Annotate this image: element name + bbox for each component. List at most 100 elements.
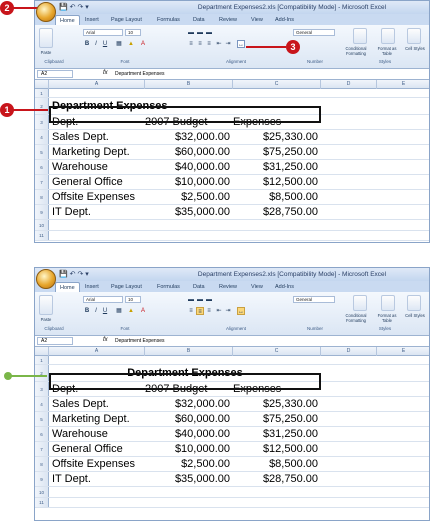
column-header-a[interactable]: A: [49, 347, 145, 356]
bold-button[interactable]: B: [83, 307, 91, 315]
value-cell[interactable]: $2,500.00: [145, 457, 233, 471]
column-header-c[interactable]: C: [233, 80, 321, 89]
label-cell[interactable]: Marketing Dept.: [49, 145, 145, 159]
tab-add-ins[interactable]: Add-Ins: [271, 15, 298, 25]
name-box[interactable]: A2: [37, 337, 73, 345]
align-center-icon[interactable]: ≡: [196, 40, 204, 48]
row-header[interactable]: 10: [35, 487, 49, 497]
row-header[interactable]: 4: [35, 130, 49, 144]
value-cell[interactable]: $40,000.00: [145, 427, 233, 441]
label-cell[interactable]: General Office: [49, 442, 145, 456]
row-header[interactable]: 5: [35, 412, 49, 426]
underline-button[interactable]: U: [101, 40, 109, 48]
value-cell[interactable]: [145, 231, 233, 240]
office-button[interactable]: [36, 269, 56, 289]
value-cell[interactable]: $25,330.00: [233, 397, 321, 411]
tab-data[interactable]: Data: [189, 282, 209, 292]
value-cell[interactable]: $32,000.00: [145, 397, 233, 411]
value-cell[interactable]: [233, 220, 321, 230]
row-header[interactable]: 10: [35, 220, 49, 230]
row-header[interactable]: 2: [35, 365, 49, 381]
paste-button[interactable]: [39, 28, 53, 48]
row-header[interactable]: 5: [35, 145, 49, 159]
value-cell[interactable]: $75,250.00: [233, 145, 321, 159]
tab-insert[interactable]: Insert: [81, 282, 103, 292]
borders-icon[interactable]: ▦: [115, 40, 123, 48]
value-cell[interactable]: [233, 487, 321, 497]
fx-icon[interactable]: fx: [103, 337, 108, 343]
value-cell[interactable]: $32,000.00: [145, 130, 233, 144]
tab-review[interactable]: Review: [215, 282, 241, 292]
value-cell[interactable]: [145, 89, 233, 97]
cell-styles-button[interactable]: [407, 295, 421, 311]
row-header[interactable]: 3: [35, 115, 49, 129]
align-right-icon[interactable]: ≡: [205, 40, 213, 48]
fill-color-icon[interactable]: ▲: [127, 40, 135, 48]
number-format-select[interactable]: General: [293, 296, 335, 303]
value-cell[interactable]: [233, 231, 321, 240]
cell-styles-button[interactable]: [407, 28, 421, 44]
tab-page-layout[interactable]: Page Layout: [107, 15, 146, 25]
paste-button[interactable]: [39, 295, 53, 315]
font-color-icon[interactable]: A: [139, 307, 147, 315]
row-header[interactable]: 6: [35, 427, 49, 441]
row-header[interactable]: 2: [35, 98, 49, 114]
value-cell[interactable]: [233, 498, 321, 507]
tab-page-layout[interactable]: Page Layout: [107, 282, 146, 292]
row-header[interactable]: 9: [35, 205, 49, 219]
label-cell[interactable]: Sales Dept.: [49, 397, 145, 411]
value-cell[interactable]: [145, 487, 233, 497]
italic-button[interactable]: I: [92, 40, 100, 48]
italic-button[interactable]: I: [92, 307, 100, 315]
decrease-indent-icon[interactable]: ⇤: [215, 307, 223, 315]
tab-review[interactable]: Review: [215, 15, 241, 25]
font-color-icon[interactable]: A: [139, 40, 147, 48]
row-header[interactable]: 8: [35, 190, 49, 204]
format-as-table-button[interactable]: [381, 295, 395, 311]
column-header-d[interactable]: D: [321, 347, 377, 356]
value-cell[interactable]: $12,500.00: [233, 175, 321, 189]
bold-button[interactable]: B: [83, 40, 91, 48]
underline-button[interactable]: U: [101, 307, 109, 315]
label-cell[interactable]: IT Dept.: [49, 205, 145, 219]
label-cell[interactable]: IT Dept.: [49, 472, 145, 486]
row-header[interactable]: 7: [35, 442, 49, 456]
font-size-select[interactable]: 10: [125, 296, 141, 303]
label-cell[interactable]: Marketing Dept.: [49, 412, 145, 426]
row-header[interactable]: 3: [35, 382, 49, 396]
tab-home[interactable]: Home: [55, 15, 80, 25]
label-cell[interactable]: [49, 231, 145, 240]
value-cell[interactable]: $28,750.00: [233, 205, 321, 219]
column-header-b[interactable]: B: [145, 347, 233, 356]
value-cell[interactable]: [145, 356, 233, 364]
align-middle-icon[interactable]: ▬: [196, 296, 204, 304]
value-cell[interactable]: [233, 89, 321, 97]
label-cell[interactable]: Sales Dept.: [49, 130, 145, 144]
font-name-select[interactable]: Arial: [83, 296, 123, 303]
label-cell[interactable]: [49, 89, 145, 97]
align-bottom-icon[interactable]: ▬: [205, 29, 213, 37]
tab-formulas[interactable]: Formulas: [153, 15, 184, 25]
number-format-select[interactable]: General: [293, 29, 335, 36]
align-bottom-icon[interactable]: ▬: [205, 296, 213, 304]
label-cell[interactable]: [49, 487, 145, 497]
value-cell[interactable]: $60,000.00: [145, 145, 233, 159]
increase-indent-icon[interactable]: ⇥: [224, 40, 232, 48]
align-top-icon[interactable]: ▬: [187, 29, 195, 37]
select-all-corner[interactable]: [35, 80, 49, 89]
conditional-formatting-button[interactable]: [353, 295, 367, 311]
tab-view[interactable]: View: [247, 282, 267, 292]
value-cell[interactable]: $8,500.00: [233, 190, 321, 204]
format-as-table-button[interactable]: [381, 28, 395, 44]
align-middle-icon[interactable]: ▬: [196, 29, 204, 37]
label-cell[interactable]: Warehouse: [49, 160, 145, 174]
row-header[interactable]: 4: [35, 397, 49, 411]
font-name-select[interactable]: Arial: [83, 29, 123, 36]
align-center-icon[interactable]: ≡: [196, 307, 204, 315]
office-button[interactable]: [36, 2, 56, 22]
column-header-e[interactable]: E: [377, 80, 429, 89]
value-cell[interactable]: $35,000.00: [145, 205, 233, 219]
value-cell[interactable]: $10,000.00: [145, 442, 233, 456]
formula-content[interactable]: Department Expenses: [115, 337, 164, 345]
row-header[interactable]: 11: [35, 231, 49, 240]
